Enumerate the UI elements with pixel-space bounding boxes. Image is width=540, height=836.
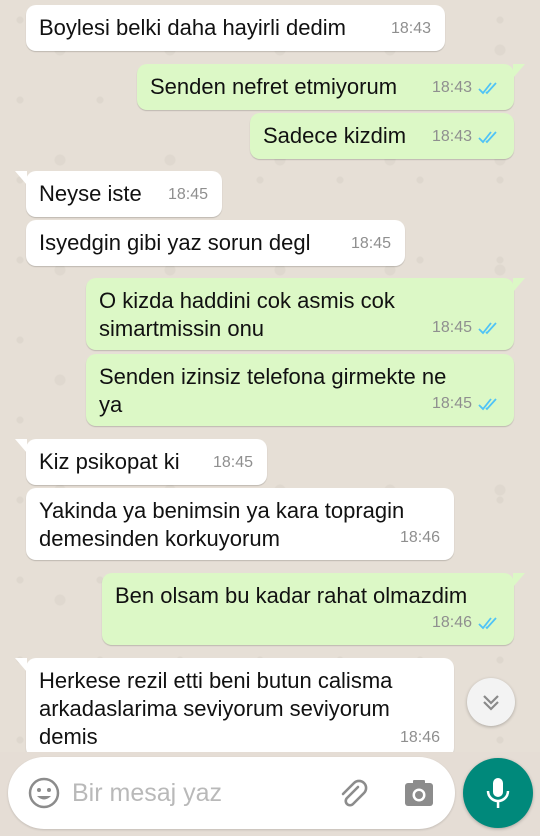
- camera-icon[interactable]: [403, 777, 435, 809]
- message-time: 18:46: [399, 529, 440, 546]
- message-text: Yakinda ya benimsin ya kara topragin deme…: [39, 498, 405, 551]
- paperclip-icon[interactable]: [336, 777, 370, 811]
- message-time: 18:46: [432, 609, 500, 637]
- message-time: 18:43: [432, 123, 500, 151]
- message-time: 18:45: [432, 390, 500, 418]
- mic-button[interactable]: [463, 758, 533, 828]
- message-time: 18:43: [390, 20, 431, 37]
- message-text: Sadece kizdim: [263, 123, 407, 148]
- message-input-bar[interactable]: Bir mesaj yaz: [8, 757, 455, 829]
- message-text: Senden izinsiz telefona girmekte ne ya: [99, 364, 447, 417]
- message-incoming[interactable]: Yakinda ya benimsin ya kara topragin deme…: [26, 488, 454, 560]
- message-incoming[interactable]: Herkese rezil etti beni butun calisma ark…: [15, 658, 454, 752]
- scroll-to-bottom-button[interactable]: [467, 678, 515, 726]
- read-ticks-icon: [478, 398, 497, 411]
- message-outgoing[interactable]: Ben olsam bu kadar rahat olmazdim 18:46: [102, 573, 525, 645]
- message-time: 18:46: [399, 729, 440, 746]
- message-time: 18:45: [167, 186, 208, 203]
- message-time: 18:45: [212, 454, 253, 471]
- double-chevron-down-icon: [483, 695, 499, 711]
- message-incoming[interactable]: Isyedgin gibi yaz sorun degl 18:45: [26, 220, 405, 266]
- message-time: 18:45: [350, 235, 391, 252]
- message-incoming[interactable]: Boylesi belki daha hayirli dedim 18:43: [26, 5, 445, 51]
- message-time: 18:45: [432, 314, 500, 342]
- message-text: Boylesi belki daha hayirli dedim: [39, 15, 346, 40]
- message-incoming[interactable]: Neyse iste 18:45: [15, 171, 222, 217]
- message-text: Ben olsam bu kadar rahat olmazdim: [115, 583, 468, 608]
- message-text: Neyse iste: [39, 181, 142, 206]
- message-text: O kizda haddini cok asmis cok simartmissi…: [99, 288, 395, 341]
- message-outgoing[interactable]: O kizda haddini cok asmis cok simartmissi…: [86, 278, 525, 350]
- read-ticks-icon: [478, 617, 497, 630]
- message-outgoing[interactable]: Senden izinsiz telefona girmekte ne ya 18…: [86, 354, 514, 426]
- mic-icon: [486, 778, 510, 808]
- chat-area[interactable]: Boylesi belki daha hayirli dedim 18:43 S…: [0, 0, 540, 752]
- message-input[interactable]: Bir mesaj yaz: [72, 779, 222, 808]
- message-text: Isyedgin gibi yaz sorun degl: [39, 230, 311, 255]
- message-text: Kiz psikopat ki: [39, 449, 180, 474]
- message-outgoing[interactable]: Sadece kizdim 18:43: [250, 113, 514, 159]
- read-ticks-icon: [478, 82, 497, 95]
- read-ticks-icon: [478, 131, 497, 144]
- message-text: Herkese rezil etti beni butun calisma ark…: [39, 668, 393, 749]
- read-ticks-icon: [478, 322, 497, 335]
- message-text: Senden nefret etmiyorum: [150, 74, 398, 99]
- message-incoming[interactable]: Kiz psikopat ki 18:45: [15, 439, 267, 485]
- message-time: 18:43: [432, 74, 500, 102]
- message-outgoing[interactable]: Senden nefret etmiyorum 18:43: [137, 64, 525, 110]
- emoji-icon[interactable]: [28, 777, 60, 809]
